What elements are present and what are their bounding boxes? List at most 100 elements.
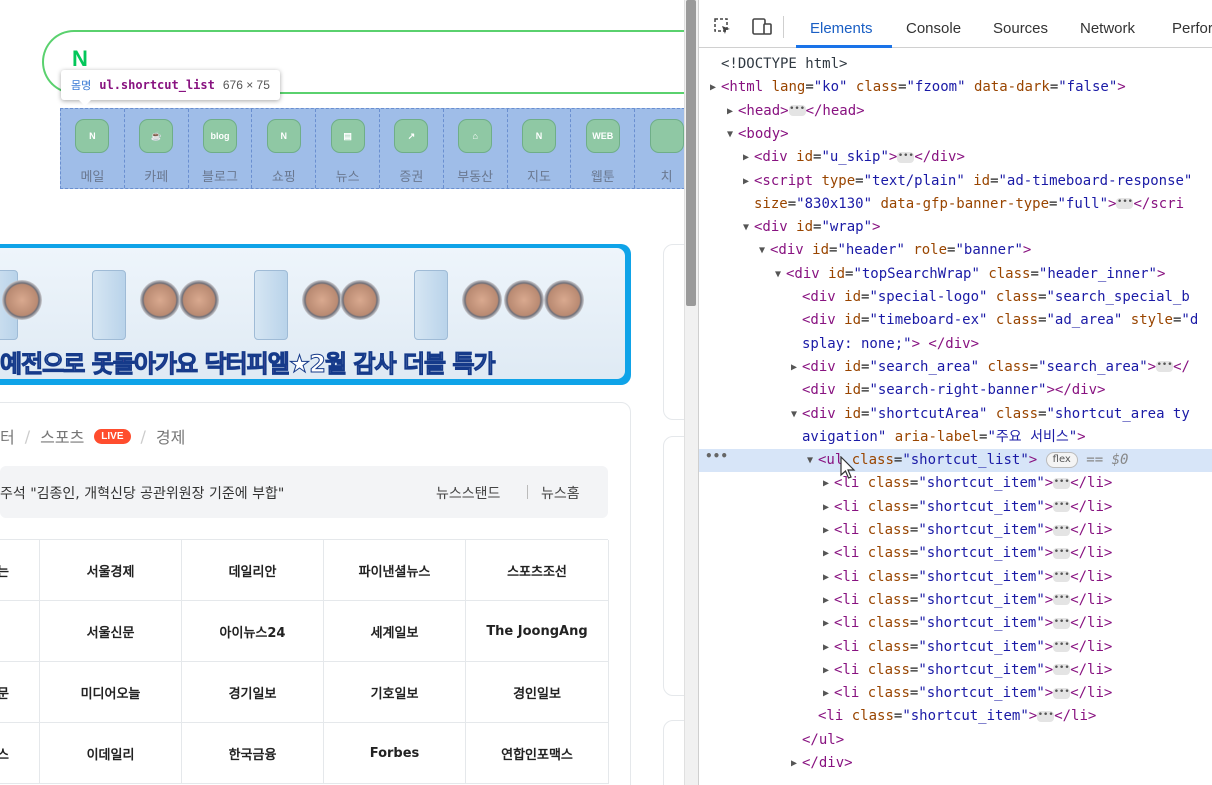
press-logo[interactable]: 파이낸셜뉴스: [324, 540, 466, 601]
press-logo[interactable]: 서울신문: [40, 601, 182, 662]
news-home-link[interactable]: 뉴스홈: [541, 483, 580, 503]
tab-performance[interactable]: Perfor: [1172, 20, 1212, 37]
press-logo[interactable]: 스: [0, 723, 40, 784]
dom-node[interactable]: ▶ <li class="shortcut_item">•••</li>: [699, 519, 1212, 542]
dom-node[interactable]: <div id="search-right-banner"></div>: [699, 379, 1212, 402]
dom-node[interactable]: ▼ <div id="header" role="banner">: [699, 239, 1212, 262]
press-logo[interactable]: 스포츠조선: [466, 540, 609, 601]
expand-triangle-icon[interactable]: ▶: [820, 682, 832, 705]
press-logo[interactable]: The JoongAng: [466, 601, 609, 662]
press-logo[interactable]: 는: [0, 540, 40, 601]
naver-logo[interactable]: N: [72, 46, 88, 72]
tab-elements[interactable]: Elements: [810, 20, 873, 37]
collapse-triangle-icon[interactable]: ▼: [740, 216, 752, 239]
news-tab-sports[interactable]: 스포츠: [40, 424, 84, 448]
dom-node[interactable]: splay: none;"> </div>: [699, 333, 1212, 356]
expand-triangle-icon[interactable]: ▶: [724, 100, 736, 123]
news-headline[interactable]: 주석 "김종인, 개혁신당 공관위원장 기준에 부합": [0, 483, 284, 503]
press-logo[interactable]: 미디어오늘: [40, 662, 182, 723]
dom-node[interactable]: ▼ <div id="topSearchWrap" class="header_i…: [699, 263, 1212, 286]
expand-triangle-icon[interactable]: ▶: [788, 752, 800, 775]
expand-triangle-icon[interactable]: ▶: [788, 356, 800, 379]
expand-triangle-icon[interactable]: ▶: [820, 519, 832, 542]
expand-triangle-icon[interactable]: ▶: [740, 146, 752, 169]
tab-network[interactable]: Network: [1080, 20, 1135, 37]
dom-node[interactable]: ▶ <li class="shortcut_item">•••</li>: [699, 612, 1212, 635]
shortcut-item[interactable]: N 지도: [508, 109, 572, 188]
collapse-triangle-icon[interactable]: ▼: [756, 239, 768, 262]
news-tab-economy[interactable]: 경제: [156, 424, 185, 448]
press-logo[interactable]: 기호일보: [324, 662, 466, 723]
expand-triangle-icon[interactable]: ▶: [820, 612, 832, 635]
press-logo[interactable]: 연합인포맥스: [466, 723, 609, 784]
shortcut-item[interactable]: blog 블로그: [189, 109, 253, 188]
news-tab-1[interactable]: 터: [0, 424, 15, 448]
page-scroll-thumb[interactable]: [686, 0, 696, 306]
shortcut-item[interactable]: N 쇼핑: [252, 109, 317, 188]
dom-node[interactable]: ▶ <li class="shortcut_item">•••</li>: [699, 496, 1212, 519]
dom-node[interactable]: ▼ <div id="shortcutArea" class="shortcut_…: [699, 403, 1212, 426]
press-logo[interactable]: [0, 601, 40, 662]
dom-node[interactable]: size="830x130" data-gfp-banner-type="ful…: [699, 193, 1212, 216]
device-toolbar-icon[interactable]: [751, 17, 772, 37]
shortcut-item[interactable]: ↗ 증권: [380, 109, 444, 188]
collapse-triangle-icon[interactable]: ▼: [788, 403, 800, 426]
shortcut-item[interactable]: N 메일: [61, 109, 125, 188]
dom-node[interactable]: ▶ <script type="text/plain" id="ad-timebo…: [699, 170, 1212, 193]
press-logo[interactable]: 세계일보: [324, 601, 466, 662]
press-logo[interactable]: 데일리안: [182, 540, 324, 601]
dom-node[interactable]: ▶ </div>: [699, 752, 1212, 775]
more-options-icon[interactable]: •••: [705, 449, 728, 463]
collapse-triangle-icon[interactable]: ▼: [804, 449, 816, 472]
press-logo[interactable]: 이데일리: [40, 723, 182, 784]
dom-node[interactable]: ▶ <div id="u_skip">•••</div>: [699, 146, 1212, 169]
tab-sources[interactable]: Sources: [993, 20, 1048, 37]
dom-node[interactable]: <div id="timeboard-ex" class="ad_area" s…: [699, 309, 1212, 332]
expand-triangle-icon[interactable]: ▶: [820, 636, 832, 659]
shortcut-item[interactable]: WEB 웹툰: [571, 109, 636, 188]
press-logo[interactable]: 아이뉴스24: [182, 601, 324, 662]
dom-node[interactable]: <div id="special-logo" class="search_spe…: [699, 286, 1212, 309]
dom-node-selected[interactable]: ▼ <ul class="shortcut_list"> flex == $0 ••…: [699, 449, 1212, 473]
press-logo[interactable]: 서울경제: [40, 540, 182, 601]
dom-node[interactable]: ▶ <html lang="ko" class="fzoom" data-dark…: [699, 76, 1212, 99]
dom-node[interactable]: ▼ <body>: [699, 123, 1212, 146]
dom-node[interactable]: ▶ <li class="shortcut_item">•••</li>: [699, 659, 1212, 682]
expand-triangle-icon[interactable]: ▶: [740, 170, 752, 193]
tab-console[interactable]: Console: [906, 20, 961, 37]
dom-node[interactable]: ▶ <li class="shortcut_item">•••</li>: [699, 589, 1212, 612]
press-logo[interactable]: 경기일보: [182, 662, 324, 723]
dom-node[interactable]: ▶ <li class="shortcut_item">•••</li>: [699, 472, 1212, 495]
dom-node[interactable]: ▼ <div id="wrap">: [699, 216, 1212, 239]
dom-node[interactable]: ▶ <div id="search_area" class="search_are…: [699, 356, 1212, 379]
press-logo[interactable]: 경인일보: [466, 662, 609, 723]
inspect-element-icon[interactable]: [713, 17, 733, 37]
dom-node[interactable]: avigation" aria-label="주요 서비스">: [699, 426, 1212, 449]
press-logo[interactable]: Forbes: [324, 723, 466, 784]
dom-node[interactable]: <!DOCTYPE html>: [699, 53, 1212, 76]
dom-node[interactable]: ▶ <li class="shortcut_item">•••</li>: [699, 542, 1212, 565]
expand-triangle-icon[interactable]: ▶: [820, 472, 832, 495]
expand-triangle-icon[interactable]: ▶: [820, 542, 832, 565]
shortcut-item[interactable]: ⌂ 부동산: [444, 109, 508, 188]
dom-node[interactable]: ▶ <li class="shortcut_item">•••</li>: [699, 636, 1212, 659]
collapse-triangle-icon[interactable]: ▼: [772, 263, 784, 286]
shortcut-item[interactable]: 치: [635, 109, 684, 188]
expand-triangle-icon[interactable]: ▶: [820, 496, 832, 519]
ad-banner[interactable]: 예전으로 못돌아가요 닥터피엘★2월 감사 더블 특가: [0, 244, 631, 385]
shortcut-item[interactable]: ☕ 카페: [125, 109, 189, 188]
press-logo[interactable]: 문: [0, 662, 40, 723]
shortcut-item[interactable]: ▤ 뉴스: [316, 109, 380, 188]
dom-node[interactable]: ▶ <li class="shortcut_item">•••</li>: [699, 566, 1212, 589]
dom-node[interactable]: <li class="shortcut_item">•••</li>: [699, 705, 1212, 728]
expand-triangle-icon[interactable]: ▶: [820, 589, 832, 612]
dom-node[interactable]: </ul>: [699, 729, 1212, 752]
dom-node[interactable]: ▶ <li class="shortcut_item">•••</li>: [699, 682, 1212, 705]
expand-triangle-icon[interactable]: ▶: [707, 76, 719, 99]
dom-node[interactable]: ▶ <head>•••</head>: [699, 100, 1212, 123]
expand-triangle-icon[interactable]: ▶: [820, 566, 832, 589]
collapse-triangle-icon[interactable]: ▼: [724, 123, 736, 146]
newsstand-link[interactable]: 뉴스스탠드: [436, 483, 500, 503]
press-logo[interactable]: 한국금융: [182, 723, 324, 784]
expand-triangle-icon[interactable]: ▶: [820, 659, 832, 682]
